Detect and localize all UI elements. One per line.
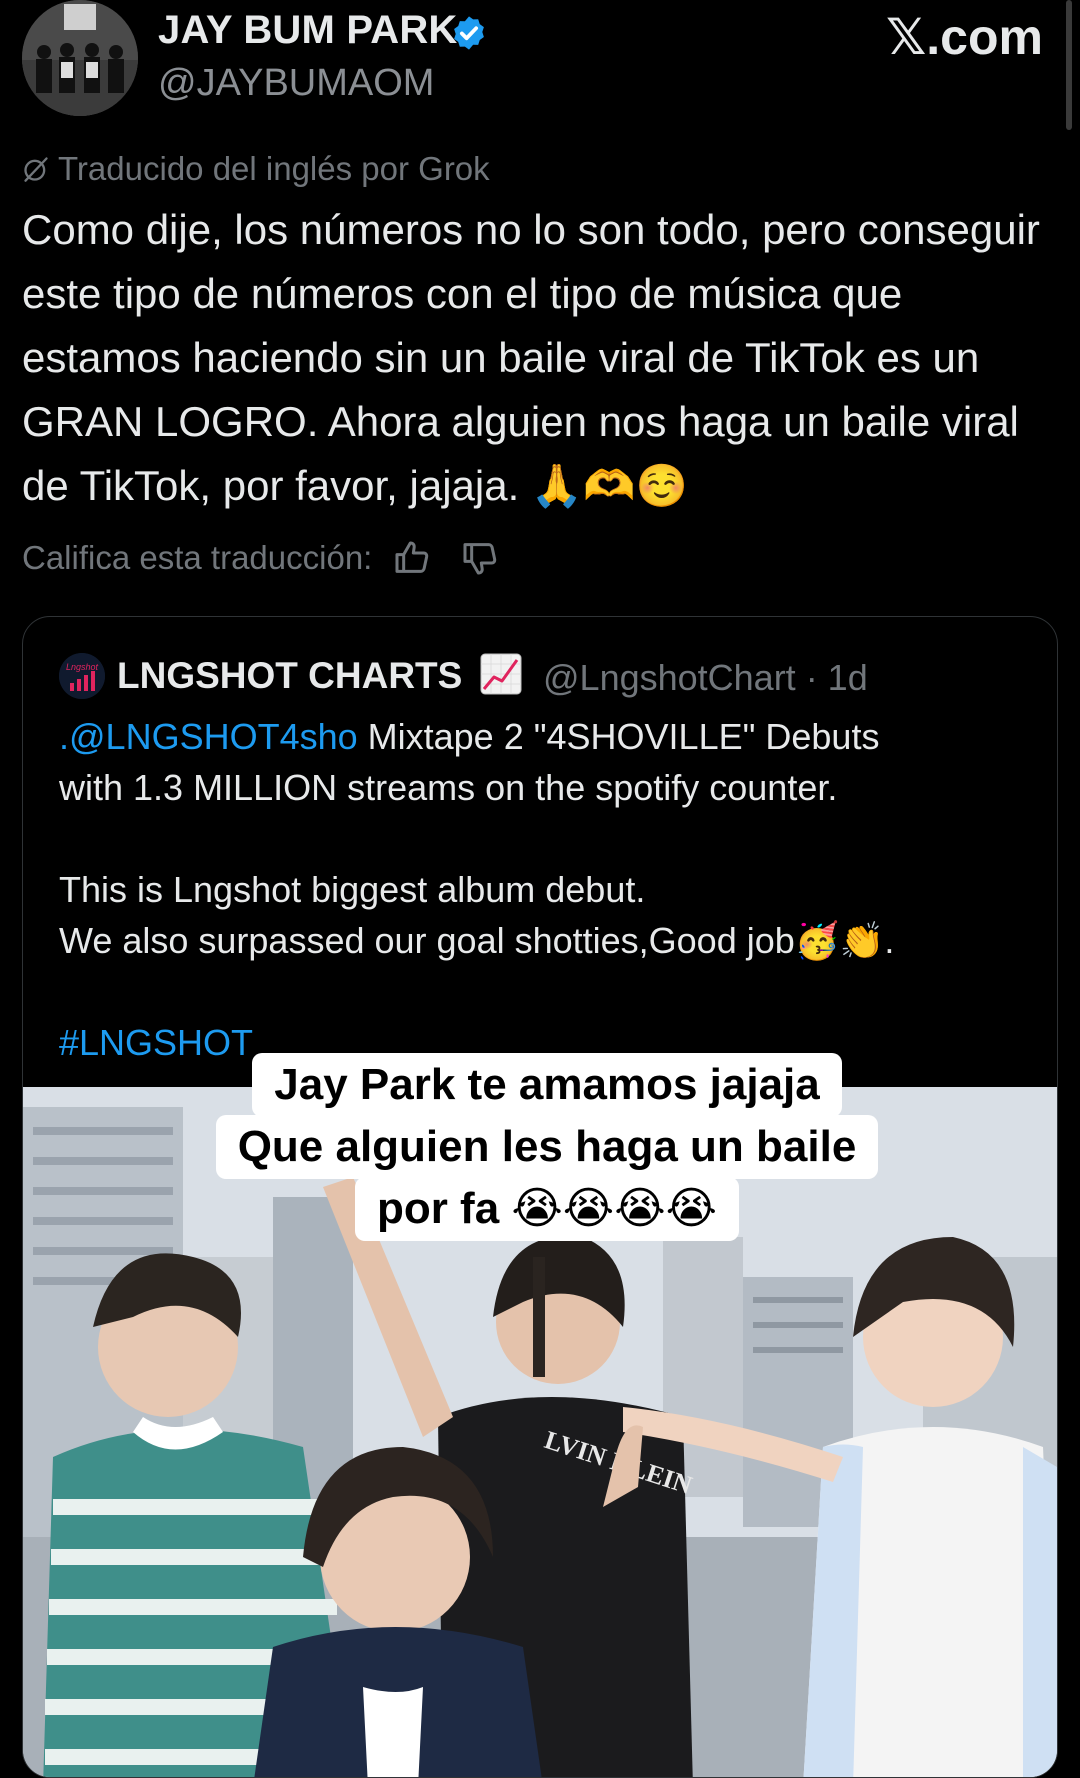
translated-label: Traducido del inglés por Grok [58,150,490,187]
tweet-text: Como dije, los números no lo son todo, p… [22,206,1040,509]
translation-notice: Traducido del inglés por Grok [22,150,490,188]
rate-translation: Califica esta traducción: [22,538,500,578]
thumbs-down-icon[interactable] [460,538,500,578]
quoted-line-4: We also surpassed our goal shotties,Good… [59,920,895,961]
scrollbar[interactable] [1066,0,1072,130]
quoted-avatar[interactable]: Lngshot [59,653,105,699]
author-name[interactable]: JAY BUM PARK [158,8,458,53]
caption-line-3: por fa 😭😭😭😭 [354,1177,740,1241]
svg-text:Lngshot: Lngshot [66,662,99,672]
quoted-author-name[interactable]: LNGSHOT CHARTS [117,655,462,697]
quoted-line-2: with 1.3 MILLION streams on the spotify … [59,767,838,808]
mention-link[interactable]: .@LNGSHOT4sho [59,716,358,757]
chart-increasing-icon [480,653,522,695]
rate-label: Califica esta traducción: [22,539,373,576]
author-avatar[interactable] [22,0,138,116]
grok-icon [24,157,48,182]
caption-line-2: Que alguien les haga un baile [215,1115,879,1179]
x-logo-watermark: 𝕏.com [886,9,1043,65]
quoted-line-3: This is Lngshot biggest album debut. [59,869,646,910]
caption-line-1: Jay Park te amamos jajaja [252,1053,842,1117]
quoted-line-1: Mixtape 2 "4SHOVILLE" Debuts [357,716,880,757]
quoted-handle-time[interactable]: @LngshotChart · 1d [543,657,868,699]
caption-overlay: Jay Park te amamos jajaja Que alguien le… [196,1053,898,1241]
quoted-tweet-text: .@LNGSHOT4sho Mixtape 2 "4SHOVILLE" Debu… [59,711,1039,1068]
thumbs-up-icon[interactable] [392,538,432,578]
author-handle[interactable]: @JAYBUMAOM [158,62,434,105]
verified-badge-icon [450,14,488,52]
